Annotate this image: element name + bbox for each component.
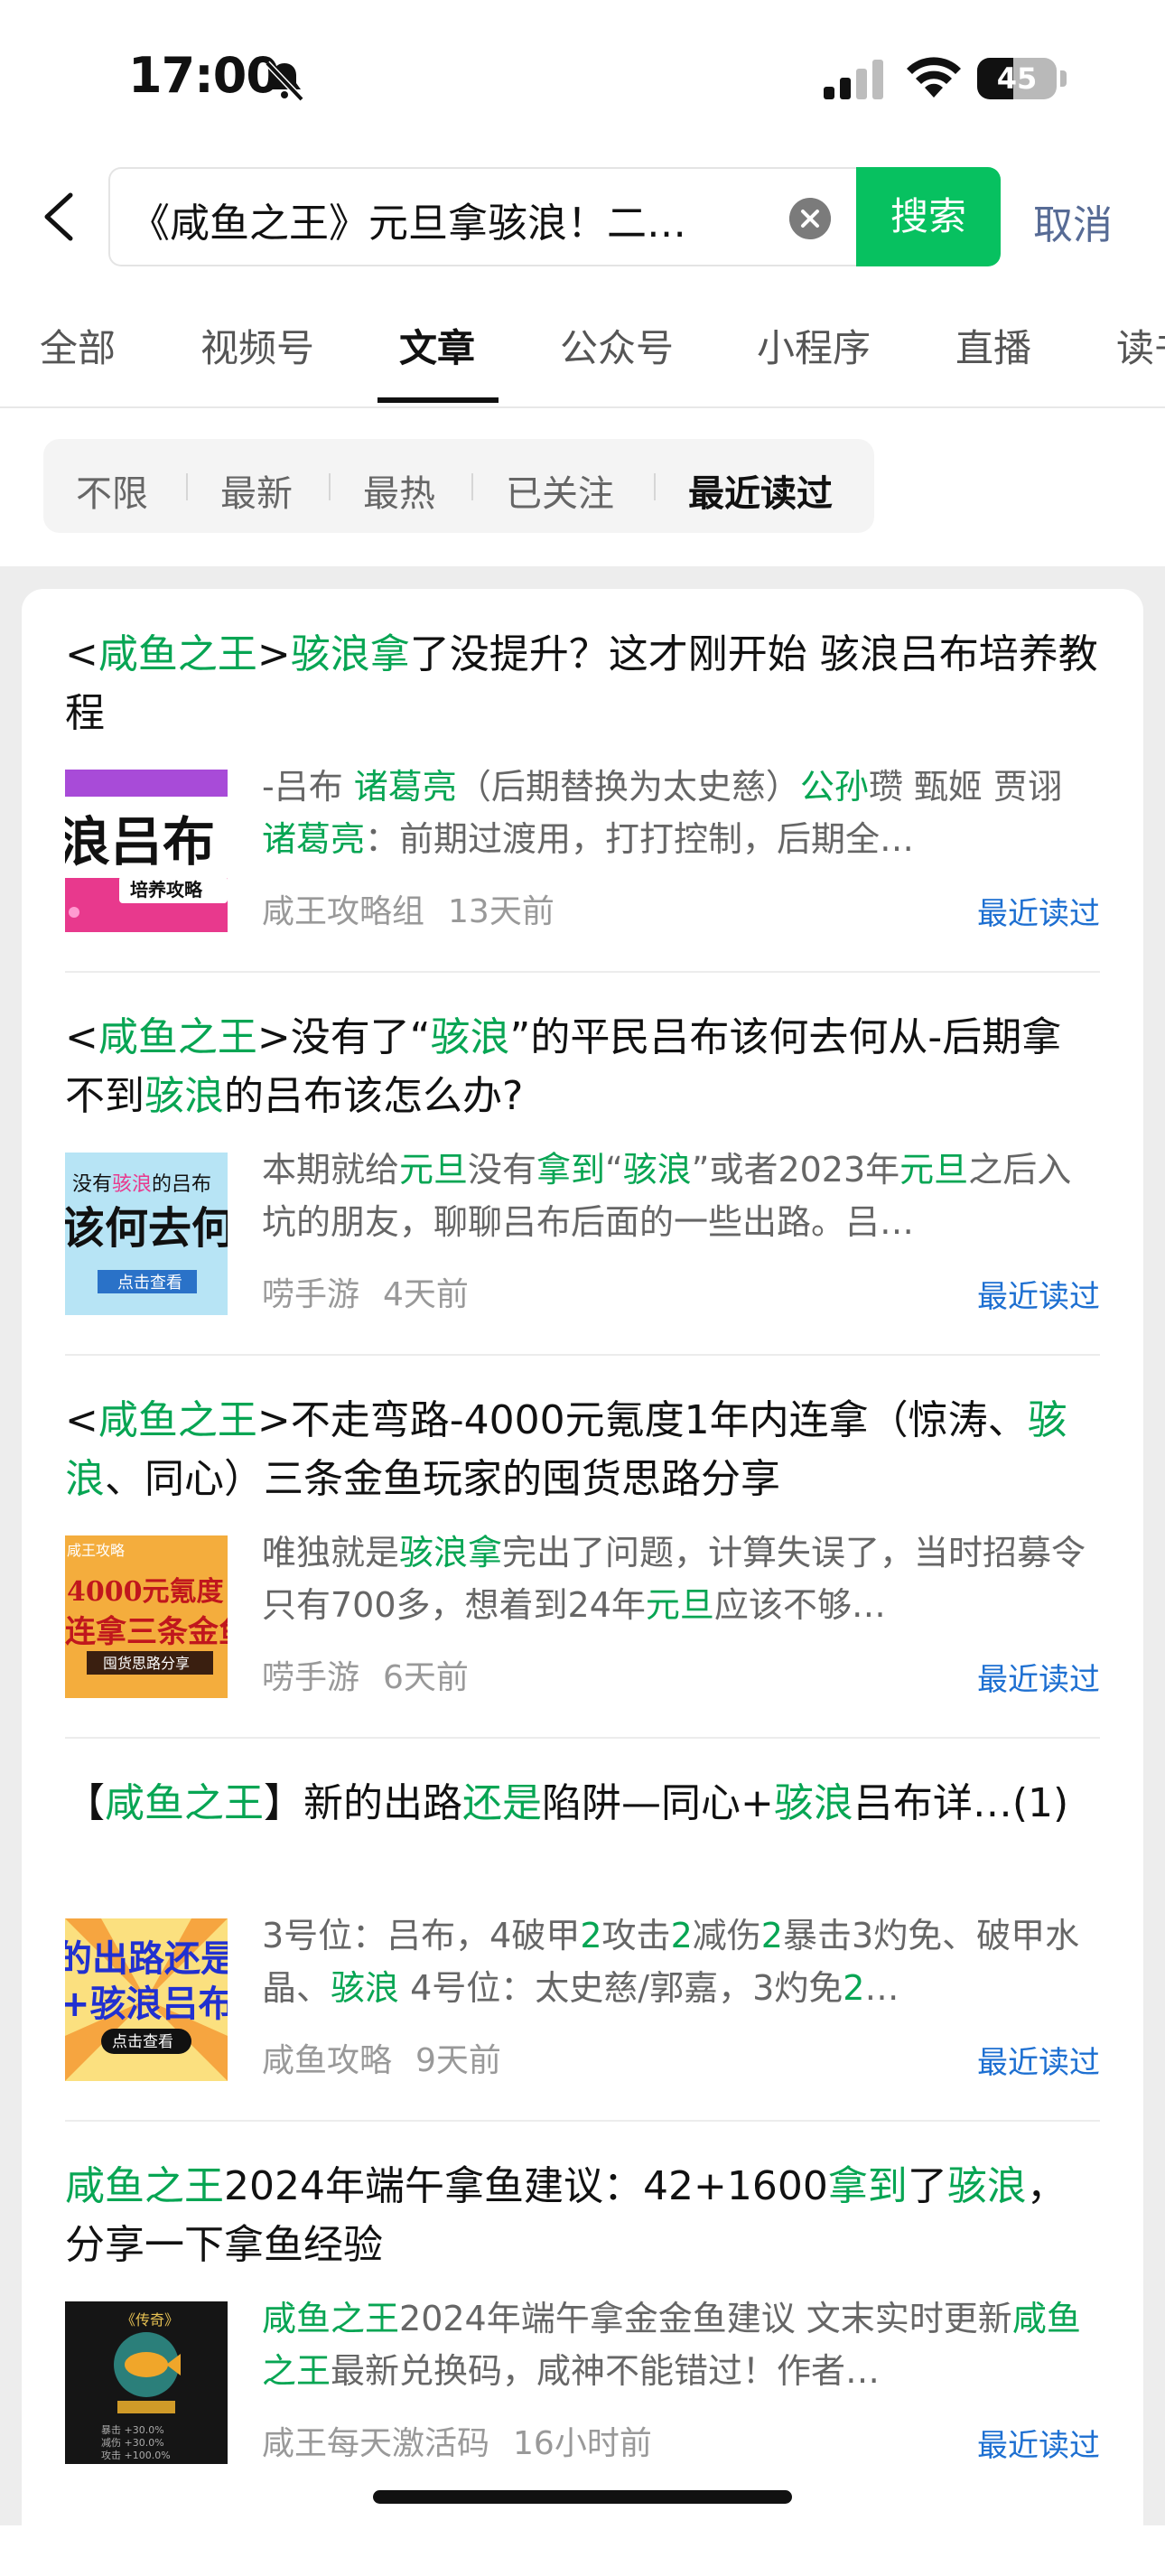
recently-read-tag: 最近读过 <box>977 2045 1100 2081</box>
result-time: 16小时前 <box>513 2425 652 2462</box>
result-thumbnail[interactable]: 没有骇浪的吕布 该何去何 点击查看 <box>65 1153 228 1315</box>
recently-read-tag: 最近读过 <box>977 2428 1100 2464</box>
result-source[interactable]: 咸王攻略组 <box>262 893 424 930</box>
home-indicator[interactable] <box>373 2490 792 2504</box>
result-meta: 咸王每天激活码 16小时前 <box>262 2417 652 2464</box>
svg-text:培养攻略: 培养攻略 <box>130 879 203 901</box>
cellular-signal-icon <box>824 60 883 99</box>
cancel-button[interactable]: 取消 <box>1033 192 1113 250</box>
result-time: 6天前 <box>383 1659 469 1696</box>
svg-text:《传奇》: 《传奇》 <box>121 2311 179 2329</box>
filter-hottest[interactable]: 最热 <box>363 464 435 517</box>
tab-live[interactable]: 直播 <box>955 318 1031 373</box>
svg-text:点击查看: 点击查看 <box>112 2033 173 2051</box>
svg-text:攻击 +100.0%: 攻击 +100.0% <box>101 2449 171 2461</box>
clear-icon[interactable] <box>789 198 831 239</box>
category-tabs: 全部 视频号 文章 公众号 小程序 直播 读书 <box>0 307 1165 408</box>
tab-all[interactable]: 全部 <box>40 318 116 373</box>
tab-books[interactable]: 读书 <box>1116 318 1165 373</box>
svg-text:浪吕布: 浪吕布 <box>65 811 215 873</box>
result-snippet: 咸鱼之王2024年端午拿金金鱼建议 文末实时更新咸鱼之王最新兑换码，咸神不能错过… <box>262 2299 1081 2391</box>
result-source[interactable]: 唠手游 <box>262 1659 359 1696</box>
result-source[interactable]: 唠手游 <box>262 1276 359 1313</box>
svg-text:没有骇浪的吕布: 没有骇浪的吕布 <box>72 1173 211 1196</box>
svg-text:连拿三条金鱼: 连拿三条金鱼 <box>65 1614 228 1650</box>
result-title[interactable]: <咸鱼之王>骇浪拿了没提升？这才刚开始 骇浪吕布培养教程 <box>65 625 1100 742</box>
tab-articles[interactable]: 文章 <box>399 318 475 373</box>
result-snippet: 3号位：吕布，4破甲2攻击2减伤2暴击3灼免、破甲水晶、骇浪 4号位：太史慈/郭… <box>262 1916 1080 2008</box>
wifi-icon <box>907 57 961 98</box>
mute-bell-icon <box>265 61 304 102</box>
status-time: 17:00 <box>128 47 280 104</box>
battery-icon: 45 <box>977 58 1067 99</box>
result-source[interactable]: 咸鱼攻略 <box>262 2042 392 2079</box>
recently-read-tag: 最近读过 <box>977 1662 1100 1698</box>
svg-text:囤货思路分享: 囤货思路分享 <box>103 1655 190 1672</box>
filter-followed[interactable]: 已关注 <box>506 464 614 517</box>
search-button[interactable]: 搜索 <box>856 167 1001 266</box>
result-time: 13天前 <box>448 893 555 930</box>
result-thumbnail[interactable]: 咸王攻略 4000元氪度 连拿三条金鱼 囤货思路分享 <box>65 1535 228 1698</box>
search-box[interactable]: 《咸鱼之王》元旦拿骇浪！二… <box>108 167 858 266</box>
svg-text:该何去何: 该何去何 <box>65 1203 228 1254</box>
result-snippet: 唯独就是骇浪拿完出了问题，计算失误了，当时招募令只有700多，想着到24年元旦应… <box>262 1533 1086 1625</box>
active-tab-indicator <box>377 397 499 403</box>
svg-text:点击查看: 点击查看 <box>117 1274 182 1293</box>
filter-bar: 不限 最新 最热 已关注 最近读过 <box>43 439 874 533</box>
result-meta: 咸王攻略组 13天前 <box>262 885 555 932</box>
svg-text:暴击 +30.0%: 暴击 +30.0% <box>101 2424 164 2436</box>
svg-text:+骇浪吕布: +骇浪吕布 <box>65 1983 228 2025</box>
result-title[interactable]: 【咸鱼之王】新的出路还是陷阱—同心+骇浪吕布详…(1) <box>65 1774 1100 1833</box>
tab-channels[interactable]: 视频号 <box>200 318 314 373</box>
result-thumbnail[interactable]: 《传奇》 暴击 +30.0% 减伤 +30.0% 攻击 +100.0% <box>65 2301 228 2464</box>
recently-read-tag: 最近读过 <box>977 1279 1100 1315</box>
filter-latest[interactable]: 最新 <box>220 464 293 517</box>
result-thumbnail[interactable]: 浪吕布 培养攻略 <box>65 770 228 932</box>
status-bar: 17:00 45 <box>0 0 1165 158</box>
battery-level: 45 <box>996 61 1038 96</box>
tab-official-accounts[interactable]: 公众号 <box>560 318 674 373</box>
result-source[interactable]: 咸王每天激活码 <box>262 2425 489 2462</box>
result-thumbnail[interactable]: 的出路还是 +骇浪吕布 点击查看 <box>65 1918 228 2081</box>
result-snippet: -吕布 诸葛亮（后期替换为太史慈）公孙瓒 甄姬 贾诩 诸葛亮：前期过渡用，打打控… <box>262 767 1063 859</box>
result-meta: 唠手游 4天前 <box>262 1268 469 1315</box>
result-title[interactable]: <咸鱼之王>不走弯路-4000元氪度1年内连拿（惊涛、骇浪、同心）三条金鱼玩家的… <box>65 1391 1100 1508</box>
filter-any[interactable]: 不限 <box>76 464 148 517</box>
result-title[interactable]: <咸鱼之王>没有了“骇浪”的平民吕布该何去何从-后期拿不到骇浪的吕布该怎么办? <box>65 1008 1100 1125</box>
recently-read-tag: 最近读过 <box>977 896 1100 932</box>
result-snippet: 本期就给元旦没有拿到“骇浪”或者2023年元旦之后入坑的朋友，聊聊吕布后面的一些… <box>262 1150 1072 1242</box>
search-input[interactable]: 《咸鱼之王》元旦拿骇浪！二… <box>130 191 762 248</box>
result-meta: 咸鱼攻略 9天前 <box>262 2034 501 2081</box>
filter-recently-read[interactable]: 最近读过 <box>688 464 833 517</box>
svg-text:咸王攻略: 咸王攻略 <box>67 1542 125 1559</box>
tab-mini-programs[interactable]: 小程序 <box>757 318 871 373</box>
result-title[interactable]: 咸鱼之王2024年端午拿鱼建议：42+1600拿到了骇浪，分享一下拿鱼经验 <box>65 2157 1100 2274</box>
result-time: 9天前 <box>415 2042 501 2079</box>
svg-text:4000元氪度: 4000元氪度 <box>67 1576 224 1608</box>
back-arrow-icon[interactable] <box>36 190 81 244</box>
svg-text:的出路还是: 的出路还是 <box>65 1938 228 1980</box>
result-meta: 唠手游 6天前 <box>262 1651 469 1698</box>
svg-text:减伤 +30.0%: 减伤 +30.0% <box>101 2437 164 2449</box>
result-time: 4天前 <box>383 1276 469 1313</box>
